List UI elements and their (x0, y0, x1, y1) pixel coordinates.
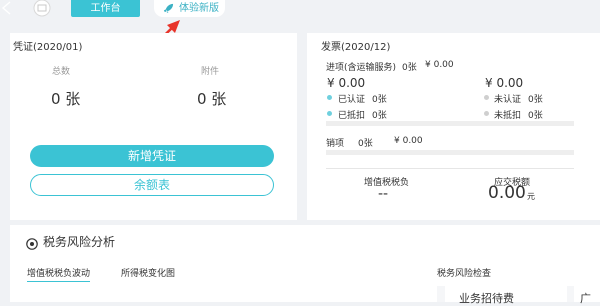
tax-payable-value: 0.00 (488, 183, 526, 203)
rocket-icon (163, 3, 174, 14)
deducted-count: 0张 (372, 111, 387, 121)
voucher-total-label: 总数 (52, 67, 71, 77)
tab-income-tax-chart[interactable]: 所得税变化图 (121, 266, 175, 279)
undeducted-dot (484, 111, 489, 116)
uncertified-count: 0张 (528, 95, 543, 105)
add-voucher-button[interactable]: 新增凭证 (30, 145, 274, 167)
input-right-amount: ¥ 0.00 (485, 76, 524, 90)
input-progress-bar (326, 121, 574, 126)
certified-dot (327, 95, 332, 100)
voucher-attach-label: 附件 (201, 67, 220, 77)
voucher-total-value: 0 张 (51, 90, 81, 108)
invoice-divider (326, 168, 574, 169)
uncertified-dot (484, 95, 489, 100)
document-icon[interactable] (32, 0, 52, 17)
vat-burden-value: -- (378, 186, 389, 202)
back-arrow-icon[interactable] (0, 0, 20, 16)
input-tax-count: 0张 (402, 63, 417, 73)
input-tax-amount: ¥ 0.00 (425, 60, 454, 70)
undeducted-label: 未抵扣 (494, 111, 522, 121)
risk-check-item-right-label: 广 (580, 292, 591, 305)
voucher-title: 凭证(2020/01) (13, 42, 83, 53)
invoice-title: 发票(2020/12) (321, 42, 391, 53)
output-tax-label: 销项 (326, 139, 345, 149)
tab-vat-fluctuation[interactable]: 增值税税负波动 (27, 266, 91, 282)
risk-check-item[interactable]: 业务招待费 (445, 286, 567, 305)
deducted-label: 已抵扣 (338, 111, 366, 121)
voucher-attach-value: 0 张 (197, 90, 227, 108)
balance-sheet-label: 余额表 (133, 178, 170, 192)
risk-analysis-title: 税务风险分析 (43, 235, 116, 249)
output-tax-amount: ¥ 0.00 (394, 136, 423, 146)
input-tax-label: 进项(含运输服务) (326, 63, 397, 73)
input-left-amount: ¥ 0.00 (327, 76, 366, 90)
tax-risk-check-label: 税务风险检查 (437, 269, 492, 279)
output-progress-bar (326, 150, 574, 155)
uncertified-label: 未认证 (494, 95, 522, 105)
certified-label: 已认证 (338, 95, 366, 105)
tax-payable-unit: 元 (527, 192, 535, 201)
output-tax-count: 0张 (358, 139, 373, 149)
eye-icon (26, 235, 38, 250)
undeducted-count: 0张 (528, 111, 543, 121)
certified-count: 0张 (372, 95, 387, 105)
workbench-label: 工作台 (90, 3, 121, 14)
deducted-dot (327, 111, 332, 116)
add-voucher-label: 新增凭证 (127, 149, 176, 163)
risk-check-item-right[interactable]: 广 (574, 286, 600, 305)
balance-sheet-button[interactable]: 余额表 (30, 174, 274, 196)
risk-check-item-label: 业务招待费 (459, 292, 514, 305)
